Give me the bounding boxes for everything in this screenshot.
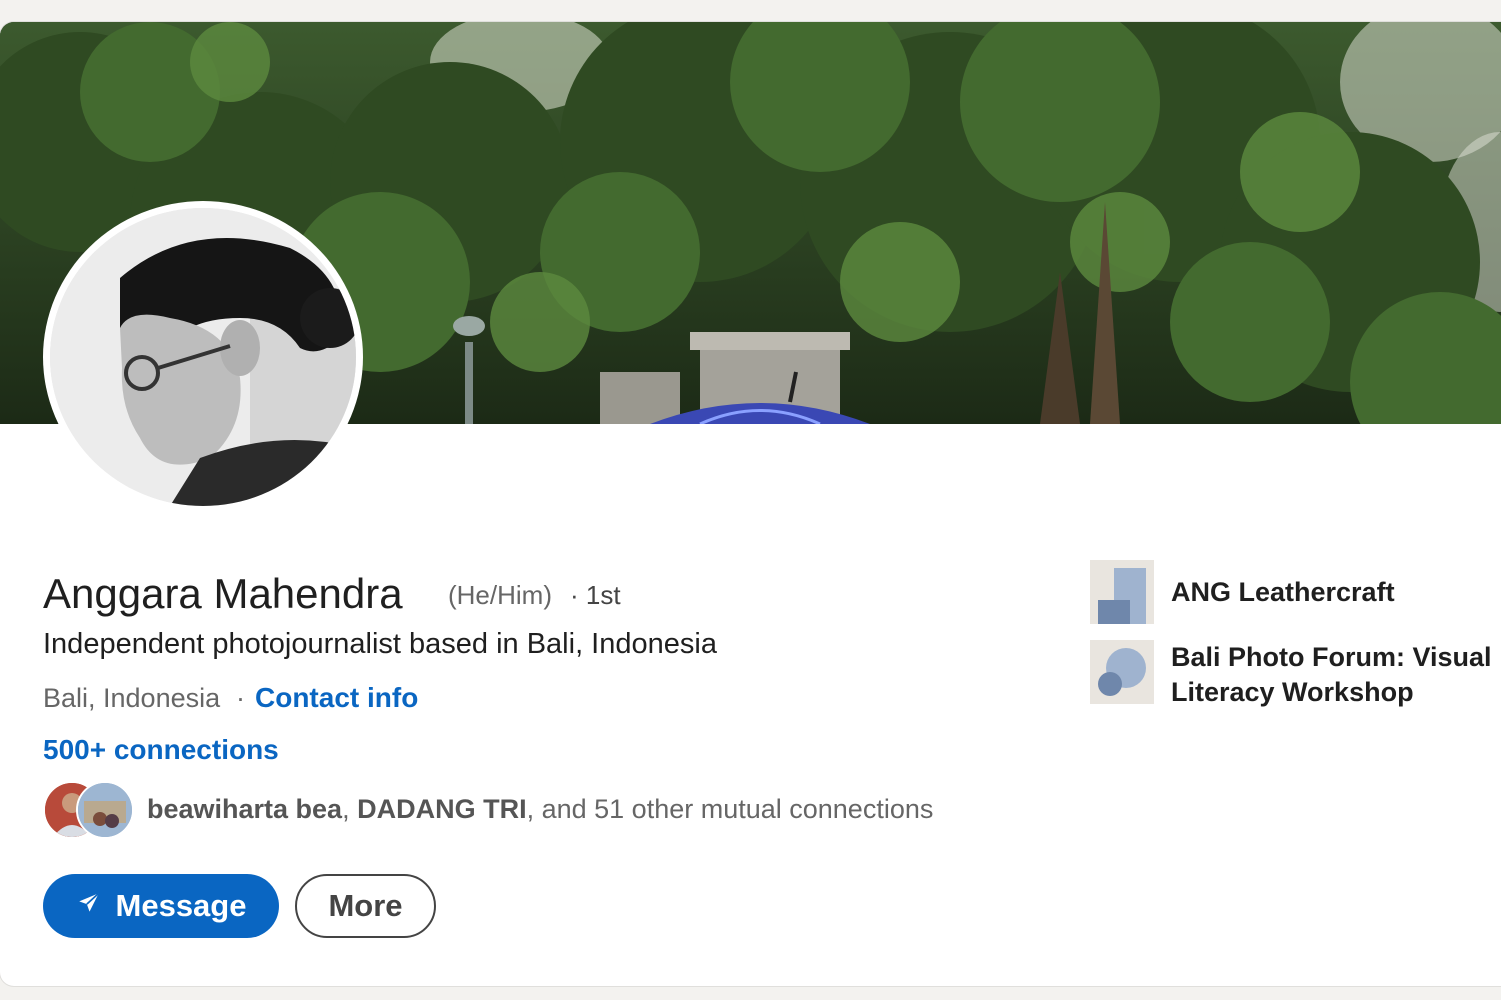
profile-photo-frame[interactable]	[43, 201, 363, 513]
connection-degree: · 1st	[570, 580, 621, 610]
mutual-connection-avatars[interactable]	[43, 781, 135, 839]
send-icon	[76, 888, 102, 924]
profile-location: Bali, Indonesia	[43, 683, 221, 713]
profile-photo[interactable]	[50, 208, 356, 506]
message-button[interactable]: Message	[43, 874, 279, 938]
school-logo-icon	[1090, 640, 1154, 704]
profile-card: Anggara Mahendra (He/Him) · 1st Independ…	[0, 22, 1501, 986]
profile-headline: Independent photojournalist based in Bal…	[43, 628, 717, 660]
message-button-label: Message	[115, 888, 247, 923]
mutual-avatar[interactable]	[76, 781, 134, 839]
profile-name: Anggara Mahendra	[43, 570, 403, 617]
school-name[interactable]: Bali Photo Forum: Visual Literacy Worksh…	[1171, 640, 1501, 710]
mutual-name-2[interactable]: DADANG TRI	[357, 794, 527, 824]
mutual-rest: , and 51 other mutual connections	[526, 794, 934, 824]
mutual-name-1[interactable]: beawiharta bea	[147, 794, 342, 824]
mutual-separator: ,	[342, 794, 358, 824]
connections-link[interactable]: 500+ connections	[43, 734, 279, 766]
more-button[interactable]: More	[295, 874, 436, 938]
profile-pronouns: (He/Him)	[448, 580, 552, 610]
location-separator: ·	[236, 683, 245, 713]
mutual-connections-text[interactable]: beawiharta bea, DADANG TRI, and 51 other…	[147, 794, 933, 825]
company-name[interactable]: ANG Leathercraft	[1171, 560, 1395, 610]
company-logo-icon	[1090, 560, 1154, 624]
organization-education[interactable]: Bali Photo Forum: Visual Literacy Worksh…	[1090, 640, 1501, 710]
more-button-label: More	[328, 888, 403, 923]
organization-current-company[interactable]: ANG Leathercraft	[1090, 560, 1501, 624]
contact-info-link[interactable]: Contact info	[255, 682, 418, 714]
